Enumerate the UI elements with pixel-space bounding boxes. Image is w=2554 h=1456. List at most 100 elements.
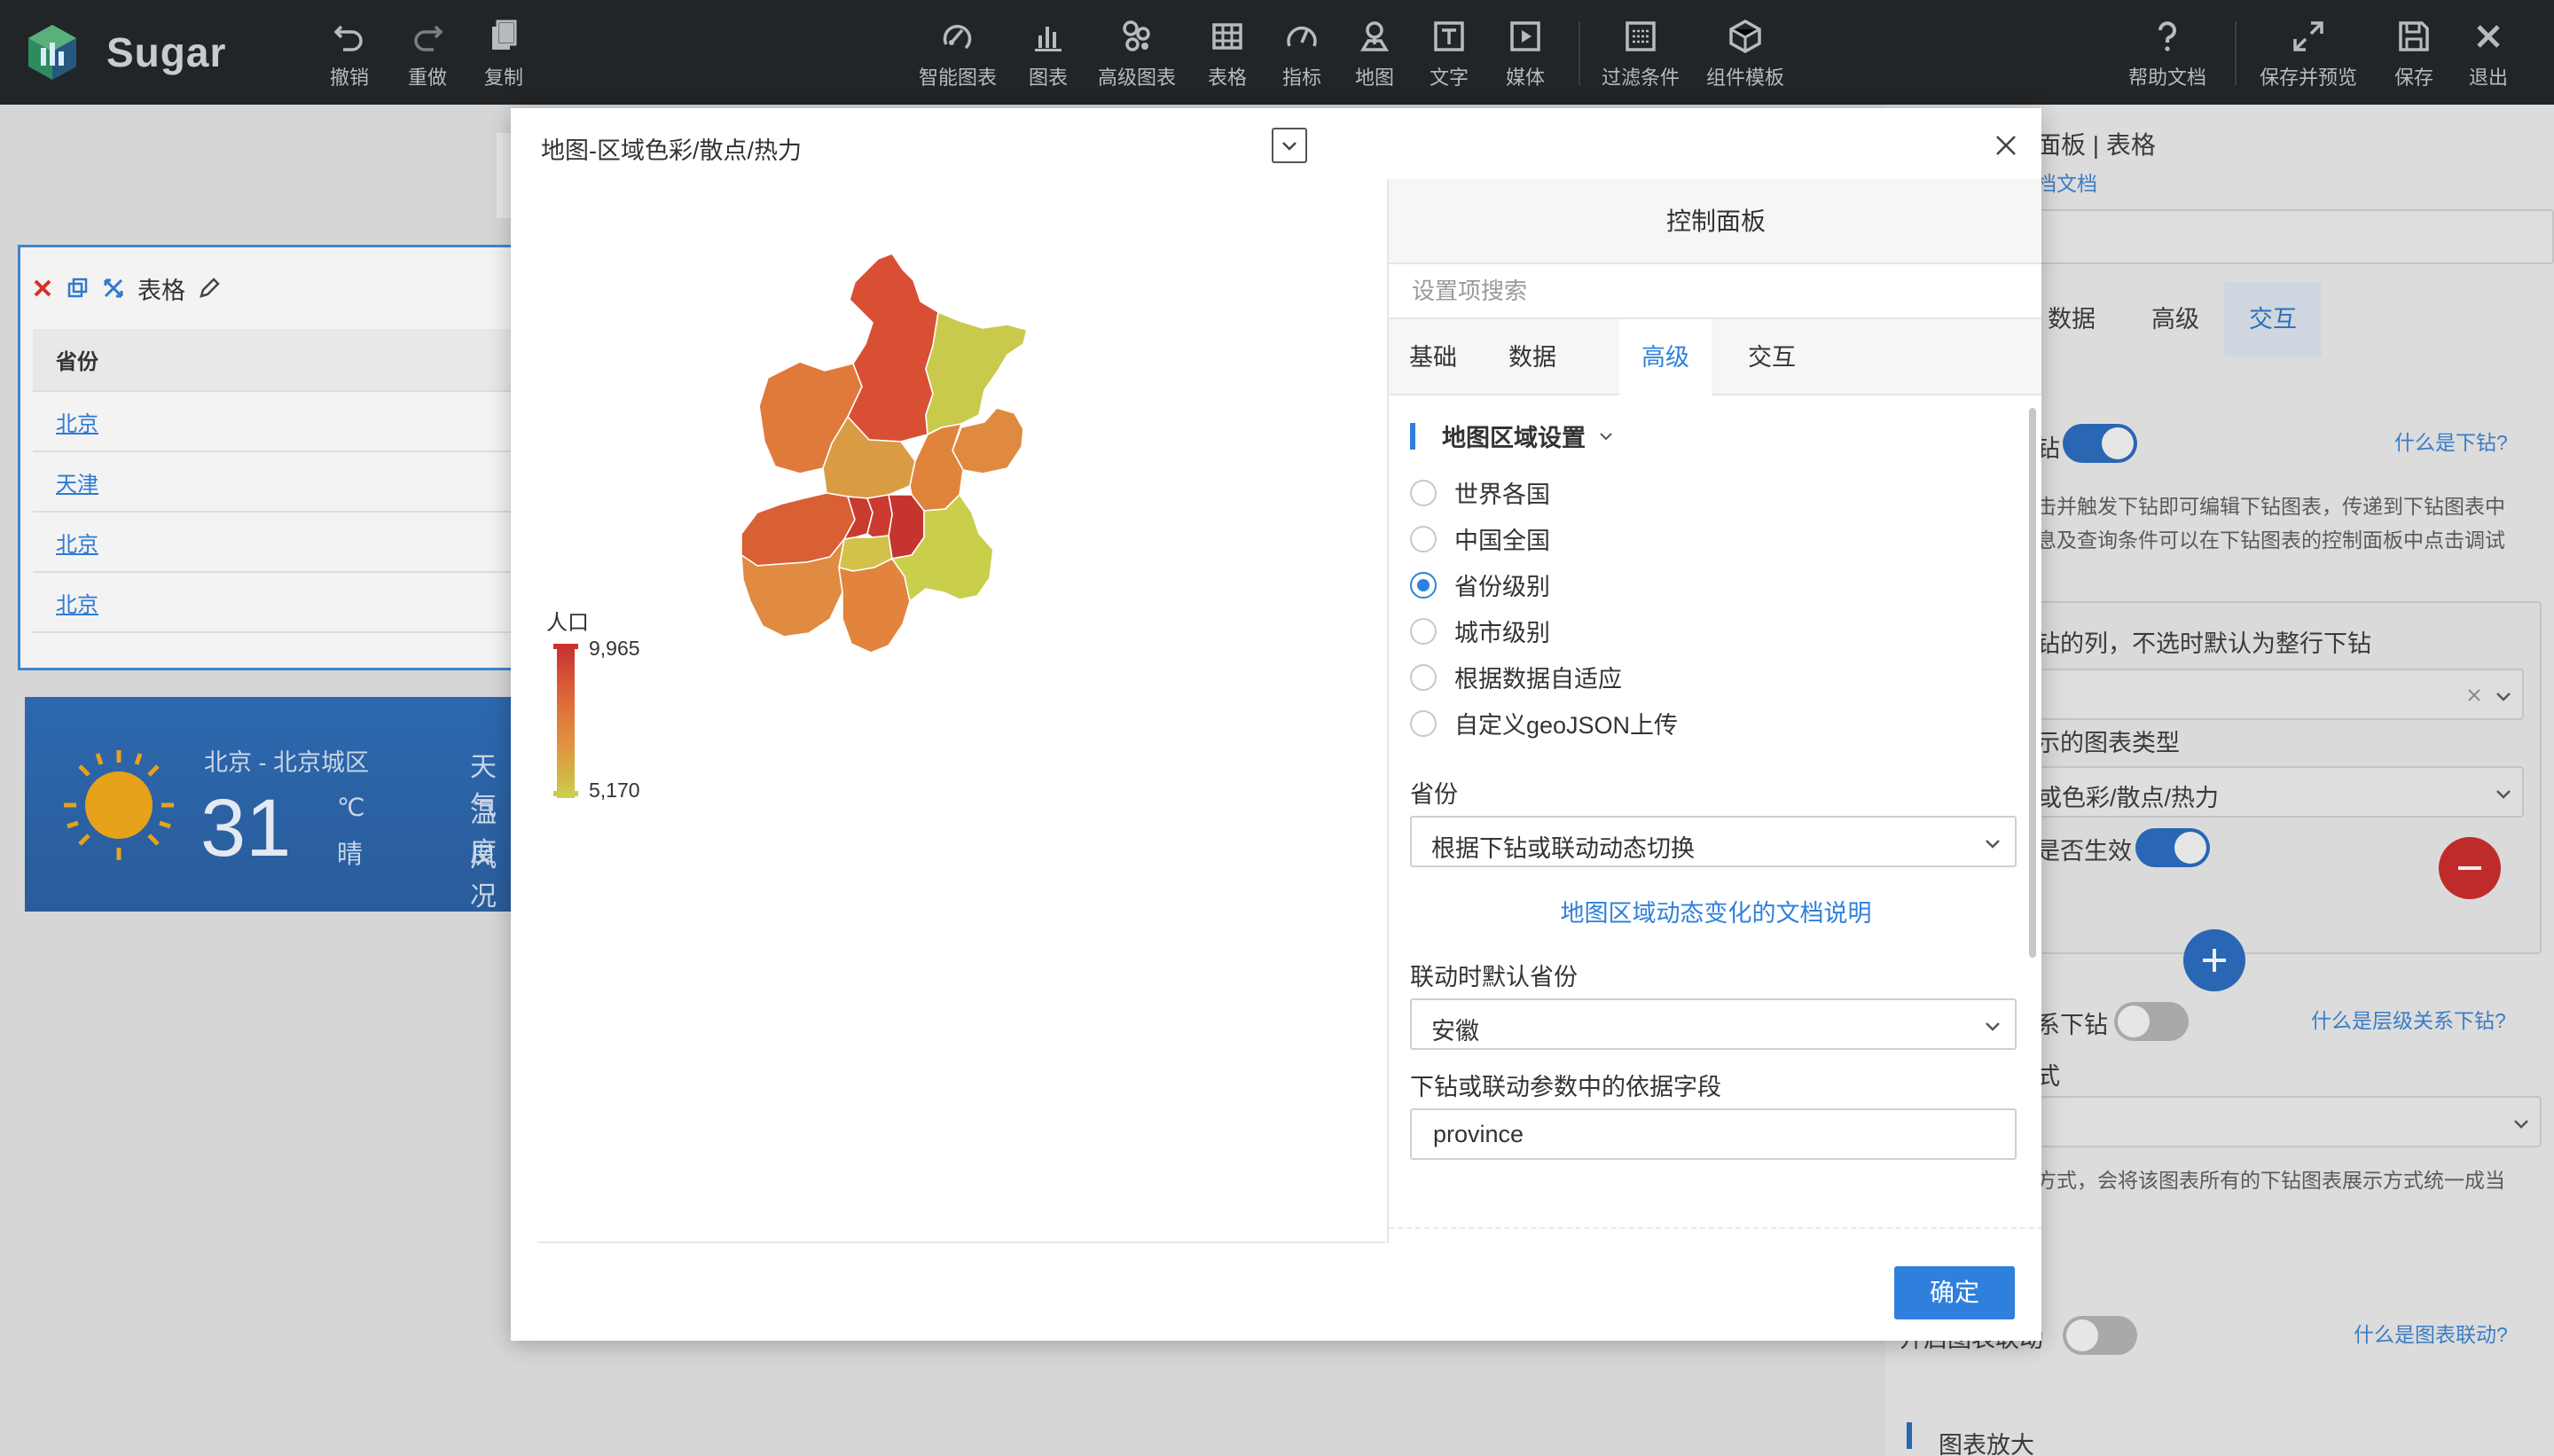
table-widget-header: 表格	[20, 247, 512, 329]
table-button[interactable]: 表格	[1208, 18, 1247, 90]
template-button[interactable]: 组件模板	[1706, 18, 1784, 90]
control-panel-title: 控制面板	[1389, 179, 2041, 264]
table-row: 北京	[33, 512, 517, 573]
table-cell-link[interactable]: 北京	[56, 533, 98, 557]
table-column-header: 省份	[33, 329, 517, 392]
copy-button[interactable]: 复制	[484, 18, 523, 90]
radio-button[interactable]	[1410, 709, 1437, 737]
tab-data[interactable]: 数据	[2036, 282, 2107, 356]
legend-title: 人口	[546, 611, 589, 635]
param-field-input[interactable]	[1410, 1108, 2017, 1160]
dialog-close-button[interactable]	[1988, 128, 2024, 163]
tab-data[interactable]: 数据	[1499, 319, 1566, 395]
radio-button[interactable]	[1410, 525, 1437, 552]
save-button[interactable]: 保存	[2394, 18, 2433, 90]
duplicate-icon[interactable]	[67, 277, 90, 300]
table-icon	[1212, 23, 1242, 50]
radio-province-level[interactable]: 省份级别	[1410, 568, 1550, 602]
media-button[interactable]: 媒体	[1506, 18, 1545, 90]
add-drill-button[interactable]	[2183, 929, 2245, 991]
template-icon	[1729, 19, 1761, 54]
chart-type-select[interactable]: 或色彩/散点/热力	[2036, 766, 2524, 818]
confirm-button[interactable]: 确定	[1894, 1266, 2015, 1319]
help-doc-button[interactable]: 帮助文档	[2128, 18, 2206, 90]
indicator-button[interactable]: 指标	[1282, 18, 1321, 90]
drill-mode-select[interactable]	[2036, 1096, 2542, 1147]
advanced-chart-button[interactable]: 高级图表	[1098, 18, 1176, 90]
chevron-down-icon	[1600, 432, 1612, 440]
redo-button[interactable]: 重做	[408, 18, 447, 90]
legend-min-handle[interactable]	[553, 791, 578, 796]
province-label: 省份	[1410, 781, 1458, 808]
radio-adaptive[interactable]: 根据数据自适应	[1410, 660, 1622, 694]
radio-custom-geojson[interactable]: 自定义geoJSON上传	[1410, 706, 1678, 740]
table-cell-link[interactable]: 北京	[56, 412, 98, 436]
tab-basic[interactable]: 基础	[1399, 319, 1467, 395]
weather-condition: 晴	[337, 841, 364, 869]
chart-link-toggle[interactable]	[2063, 1316, 2137, 1355]
legend-max-value: 9,965	[589, 637, 640, 660]
map-region-section-header[interactable]: 地图区域设置	[1410, 419, 1614, 453]
save-preview-button[interactable]: 保存并预览	[2260, 18, 2357, 90]
top-toolbar: Sugar 撤销 重做 复制 智能图表 图表 高级图表 表格 指标 地图 文字	[0, 0, 2554, 105]
tab-advanced[interactable]: 高级	[1619, 319, 1712, 397]
redo-icon	[414, 25, 443, 51]
filter-button[interactable]: 过滤条件	[1602, 18, 1680, 90]
table-widget-title: 表格	[137, 277, 185, 304]
exit-button[interactable]: 退出	[2469, 18, 2508, 90]
delete-icon[interactable]	[31, 277, 54, 300]
radio-button-checked[interactable]	[1410, 571, 1437, 599]
level-drill-help-link[interactable]: 什么是层级关系下钻?	[2311, 1004, 2506, 1034]
radio-city-level[interactable]: 城市级别	[1410, 614, 1550, 648]
tab-interaction[interactable]: 交互	[1726, 319, 1818, 395]
clear-icon[interactable]	[2465, 686, 2483, 704]
drill-column-select[interactable]	[2036, 669, 2524, 720]
chart-button[interactable]: 图表	[1029, 18, 1068, 90]
drill-toggle[interactable]	[2063, 424, 2137, 463]
table-cell-link[interactable]: 天津	[56, 473, 98, 497]
province-select[interactable]: 根据下钻或联动动态切换	[1410, 816, 2017, 867]
radio-button[interactable]	[1410, 479, 1437, 506]
sugar-logo-icon	[28, 25, 76, 80]
edit-pencil-icon[interactable]	[198, 277, 221, 300]
toolbar-divider	[2235, 21, 2237, 85]
tab-interaction[interactable]: 交互	[2224, 282, 2322, 356]
beijing-choropleth-map[interactable]	[715, 229, 1140, 672]
chevron-down-icon	[2496, 693, 2511, 701]
control-panel-tabs: 基础 数据 高级 交互	[1389, 319, 2041, 397]
map-config-dialog: 地图-区域色彩/散点/热力 人口 9,965 5,170 控制面板 设置项搜索 …	[511, 108, 2041, 1341]
undo-button[interactable]: 撤销	[330, 18, 369, 90]
settings-search-input[interactable]	[1389, 264, 2041, 319]
level-drill-label: 系下钻	[2036, 1012, 2108, 1038]
chart-link-help-link[interactable]: 什么是图表联动?	[2354, 1318, 2508, 1348]
weather-widget[interactable]: 北京 - 北京城区 31 ℃ 晴 天气 温度 风况	[25, 697, 521, 912]
level-drill-toggle[interactable]	[2114, 1002, 2189, 1041]
effective-toggle[interactable]	[2135, 828, 2210, 867]
remove-drill-button[interactable]	[2439, 837, 2501, 899]
collapse-toggle-button[interactable]	[1272, 128, 1307, 163]
preview-divider	[537, 1241, 1385, 1243]
tab-advanced[interactable]: 高级	[2127, 282, 2224, 356]
radio-world[interactable]: 世界各国	[1410, 475, 1550, 510]
text-button[interactable]: 文字	[1430, 18, 1469, 90]
drill-help-link[interactable]: 什么是下钻?	[2394, 426, 2508, 456]
chart-zoom-section[interactable]: 图表放大	[1939, 1426, 2034, 1456]
filter-icon	[1626, 21, 1656, 51]
default-province-select[interactable]: 安徽	[1410, 998, 2017, 1050]
bar-chart-icon	[1035, 27, 1062, 51]
dynamic-region-doc-link[interactable]: 地图区域动态变化的文档说明	[1389, 894, 2041, 928]
table-widget[interactable]: 表格 省份 北京 天津 北京 北京	[18, 245, 517, 670]
control-panel: 控制面板 基础 数据 高级 交互 地图区域设置 世界各国 中国全国	[1387, 179, 2041, 1243]
table-cell-link[interactable]: 北京	[56, 593, 98, 617]
smart-chart-button[interactable]: 智能图表	[919, 18, 997, 90]
right-panel-doc-link[interactable]: 档文档	[2036, 167, 2097, 197]
map-button[interactable]: 地图	[1355, 18, 1394, 90]
radio-button[interactable]	[1410, 663, 1437, 691]
drill-description-2: 息及查询条件可以在下钻图表的控制面板中点击调试	[2036, 528, 2505, 552]
control-panel-scrollbar[interactable]	[2029, 408, 2036, 958]
table-row: 北京	[33, 391, 517, 452]
right-panel-search[interactable]	[2036, 209, 2554, 264]
radio-china[interactable]: 中国全国	[1410, 521, 1550, 556]
radio-button[interactable]	[1410, 617, 1437, 645]
fullscreen-icon[interactable]	[102, 277, 125, 300]
